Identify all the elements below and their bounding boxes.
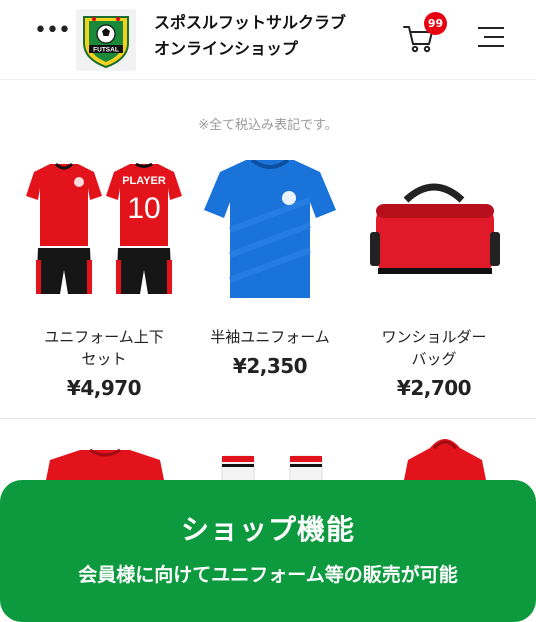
tax-note: ※全て税込み表記です。 <box>198 118 338 133</box>
product-name: 半袖ユニフォーム <box>190 326 350 348</box>
feature-banner <box>0 480 536 622</box>
product-card-one-shoulder-bag[interactable]: ワンショルダー バッグ ¥2,700 <box>354 160 514 400</box>
product-name-line2: セット <box>81 350 127 368</box>
app-header: ••• FUTSAL スポスルフットサルクラブ オンラインショップ 99 <box>0 0 536 80</box>
shop-name-line2: オンラインショップ <box>154 39 299 58</box>
product-card-uniform-set[interactable]: PLAYER 10 ユニフォーム上下 セット ¥4,970 <box>24 160 184 400</box>
product-name-line1: 半袖ユニフォーム <box>210 328 330 346</box>
product-image <box>354 160 514 300</box>
uniform-set-image: PLAYER 10 <box>26 162 182 294</box>
product-image <box>190 158 350 300</box>
more-dots-icon[interactable]: ••• <box>34 20 71 48</box>
product-card-short-sleeve-uniform[interactable]: 半袖ユニフォーム ¥2,350 <box>190 158 350 378</box>
hamburger-menu-icon[interactable] <box>478 26 506 48</box>
product-name-line2: バッグ <box>411 350 457 368</box>
product-price: ¥2,350 <box>232 354 308 378</box>
cart-count-badge: 99 <box>424 12 447 35</box>
section-divider <box>0 418 536 419</box>
product-name: ユニフォーム上下 セット <box>24 326 184 370</box>
jersey-number-text: 10 <box>127 192 160 225</box>
banner-subtitle: 会員様に向けてユニフォーム等の販売が可能 <box>78 564 458 586</box>
logo-text: FUTSAL <box>93 47 119 54</box>
club-crest-icon: FUTSAL <box>83 16 129 69</box>
jersey-player-text: PLAYER <box>122 175 166 187</box>
red-bag-image <box>370 183 500 274</box>
product-name-line1: ユニフォーム上下 <box>44 328 164 346</box>
blue-jersey-image <box>204 158 336 298</box>
shop-name-line1: スポスルフットサルクラブ <box>154 13 347 32</box>
product-name-line1: ワンショルダー <box>381 328 487 346</box>
club-logo[interactable]: FUTSAL <box>76 9 136 71</box>
product-price: ¥2,700 <box>396 376 472 400</box>
banner-title: ショップ機能 <box>180 513 355 546</box>
product-name: ワンショルダー バッグ <box>354 326 514 370</box>
product-image: PLAYER 10 <box>24 160 184 300</box>
shop-name[interactable]: スポスルフットサルクラブ オンラインショップ <box>154 10 346 62</box>
product-price: ¥4,970 <box>66 376 142 400</box>
